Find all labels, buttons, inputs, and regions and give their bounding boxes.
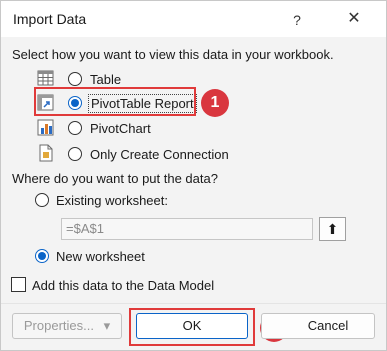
new-worksheet-label[interactable]: New worksheet: [56, 249, 145, 264]
dialog-title: Import Data: [13, 11, 87, 27]
radio-pivotchart[interactable]: [68, 121, 82, 135]
help-button[interactable]: ?: [285, 9, 309, 31]
location-prompt: Where do you want to put the data?: [12, 171, 218, 186]
data-model-label[interactable]: Add this data to the Data Model: [32, 278, 214, 293]
pivotchart-icon: [37, 119, 54, 136]
option-table-label[interactable]: Table: [90, 72, 121, 87]
collapse-dialog-button[interactable]: ⬆: [319, 217, 346, 241]
properties-button[interactable]: Properties... ▾: [12, 313, 122, 339]
option-only-connection-label[interactable]: Only Create Connection: [90, 147, 229, 162]
table-icon: [37, 70, 54, 86]
chevron-down-icon: ▾: [103, 318, 111, 333]
data-model-checkbox[interactable]: [11, 277, 26, 292]
existing-worksheet-label[interactable]: Existing worksheet:: [56, 193, 168, 208]
close-button[interactable]: ✕: [341, 7, 367, 31]
connection-icon: [39, 144, 53, 162]
button-area-separator: [1, 303, 386, 304]
existing-worksheet-input[interactable]: =$A$1: [61, 218, 313, 240]
title-bar: Import Data ? ✕: [1, 1, 386, 37]
option-pivotchart-label[interactable]: PivotChart: [90, 121, 151, 136]
radio-only-connection[interactable]: [68, 147, 82, 161]
callout-badge-1: 1: [201, 89, 229, 117]
radio-existing-worksheet[interactable]: [35, 193, 49, 207]
import-data-dialog: Import Data ? ✕ Select how you want to v…: [0, 0, 387, 351]
properties-button-label: Properties...: [23, 318, 94, 333]
upload-arrow-icon: ⬆: [326, 221, 339, 237]
ok-button[interactable]: OK: [136, 313, 248, 339]
view-prompt: Select how you want to view this data in…: [12, 47, 334, 62]
radio-table[interactable]: [68, 72, 82, 86]
cancel-button[interactable]: Cancel: [261, 313, 375, 339]
radio-new-worksheet[interactable]: [35, 249, 49, 263]
pivottable-highlight-box: [34, 87, 196, 116]
